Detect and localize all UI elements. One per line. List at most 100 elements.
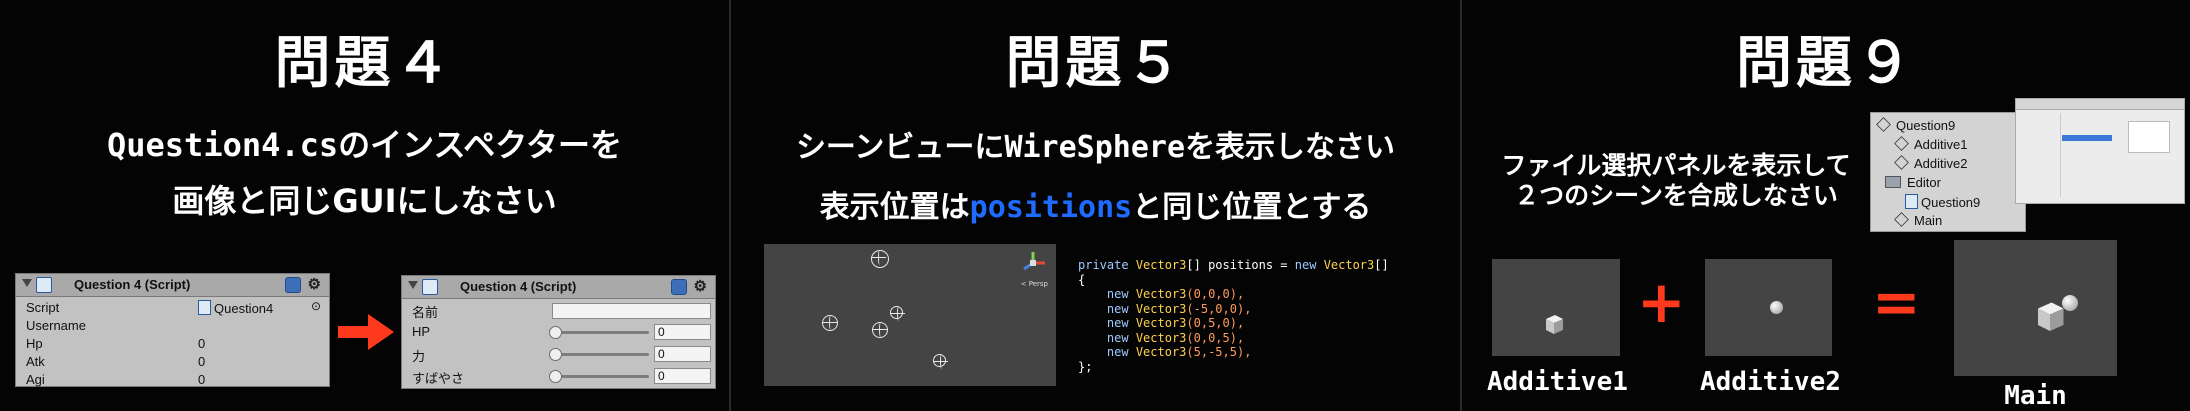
selected-file-row[interactable] [2062,135,2112,141]
agi-value-field[interactable]: 0 [654,368,711,384]
script-icon [422,279,438,295]
atk-slider-track[interactable] [554,353,649,356]
hierarchy-item[interactable]: Question9 [1905,194,1980,210]
item-label: Main [1914,213,1943,228]
code-token: new [1106,316,1129,330]
wire-sphere [871,250,889,268]
unity-scene-icon [1894,136,1909,151]
panel-title: 問題９ [1736,31,1916,96]
code-token: Vector3 [1135,316,1187,330]
instruction-line-1: シーンビューにWireSphereを表示しなさい [731,122,1460,166]
name-input[interactable] [552,303,711,319]
unity-scene-icon [1894,155,1909,170]
scene-gizmo-icon[interactable] [1018,250,1048,276]
gear-icon[interactable]: ⚙ [694,277,707,295]
file-preview [2128,121,2170,153]
persp-label[interactable]: < Persp [1021,280,1048,288]
caption-additive2: Additive2 [1700,367,1841,397]
item-label: Question9 [1921,195,1981,210]
target-icon[interactable]: ⊙ [311,299,321,313]
hierarchy-item[interactable]: Editor [1885,175,1941,190]
component-title: Question 4 (Script) [460,279,577,294]
code-snippet: private Vector3[] positions = new Vector… [1078,258,1389,374]
hp-slider-knob[interactable] [549,326,562,339]
hierarchy-item[interactable]: Additive2 [1894,155,1968,171]
sphere-object [1770,301,1783,314]
foldout-triangle-icon[interactable] [408,281,418,289]
atk-value-field[interactable]: 0 [654,346,711,362]
field-label: 名前 [412,305,439,320]
text-segment: を表示しなさい [1185,130,1396,165]
hp-value-field[interactable]: 0 [654,324,711,340]
plus-sign: + [1637,268,1686,336]
item-label: Additive1 [1914,137,1968,152]
code-token: new [1294,258,1317,272]
code-token: Vector3 [1135,287,1187,301]
gear-icon[interactable]: ⚙ [308,275,321,293]
inspector-header: Question 4 (Script) ⚙ [16,274,329,297]
text-segment: と同じ位置とする [1132,190,1372,225]
window-titlebar [2016,99,2184,110]
code-token: Vector3 [1135,301,1187,316]
scene-preview-additive2 [1705,259,1832,356]
inspector-after: Question 4 (Script) ⚙ 名前 HP 0 力 0 すばやさ 0 [401,275,716,389]
field-label: Atk [26,354,45,369]
field-value[interactable]: 0 [198,336,205,351]
atk-slider-knob[interactable] [549,348,562,361]
agi-slider-track[interactable] [554,375,649,378]
inspector-row: Script Question4 ⊙ [26,299,321,317]
foldout-triangle-icon[interactable] [22,279,32,287]
panel-title: 問題４ [274,31,455,96]
code-args: (0,0,0), [1186,287,1245,301]
code-args: (0,0,5), [1186,330,1245,345]
code-args: (0,5,0), [1186,316,1245,330]
text-segment: シーンビューに [795,130,1005,165]
code-token: private [1078,258,1129,272]
item-label: Additive2 [1914,156,1968,171]
hierarchy-item[interactable]: Additive1 [1894,136,1968,152]
hierarchy-item[interactable]: Question9 [1876,117,1955,133]
script-value: Question4 [214,301,274,316]
inspector-before: Question 4 (Script) ⚙ Script Question4 ⊙… [15,273,330,387]
field-label: Script [26,300,60,315]
help-icon[interactable] [285,277,301,293]
instruction-line-1: Question4.csのインスペクターを [106,126,623,164]
hp-slider-track[interactable] [554,331,649,334]
code-token: Vector3 [1135,258,1187,272]
field-label: Agi [26,372,45,387]
code-token: new [1106,287,1129,301]
unity-scene-icon [1894,212,1909,227]
code-token: Vector3 [1323,258,1375,272]
agi-slider-knob[interactable] [549,370,562,383]
code-args: (5,-5,5), [1186,345,1252,359]
help-icon[interactable] [671,279,687,295]
hierarchy-item[interactable]: Main [1894,212,1943,228]
panel-question-9: 問題９ ファイル選択パネルを表示して ２つのシーンを合成しなさい Questio… [1462,0,2190,411]
field-label: HP [412,324,431,339]
wire-sphere [933,354,948,369]
file-selection-window[interactable] [2015,98,2185,204]
field-label: 力 [412,349,426,364]
component-title: Question 4 (Script) [74,277,191,292]
hierarchy-panel[interactable]: Question9 Additive1 Additive2 Editor Que… [1870,112,2026,232]
sphere-object [2062,295,2078,311]
code-token: Vector3 [1135,345,1187,359]
code-token: new [1106,345,1129,359]
cs-script-icon [198,300,211,315]
text-segment: 表示位置は [819,190,970,225]
cs-script-icon [1905,194,1918,209]
panel-question-5: 問題５ シーンビューにWireSphereを表示しなさい 表示位置はpositi… [731,0,1460,411]
script-field[interactable]: Question4 [198,300,273,316]
folder-icon [1885,176,1901,188]
text-segment: WireSphere [1004,130,1186,165]
right-arrow-icon [338,314,394,350]
wire-sphere [822,315,838,331]
caption-additive1: Additive1 [1487,367,1628,397]
cube-object [1546,315,1563,334]
equals-sign: = [1872,268,1921,336]
code-token: [] positions = [1186,258,1295,272]
field-value[interactable]: 0 [198,372,205,387]
scene-preview-main [1954,240,2117,376]
field-value[interactable]: 0 [198,354,205,369]
scene-view[interactable]: < Persp [764,244,1056,386]
